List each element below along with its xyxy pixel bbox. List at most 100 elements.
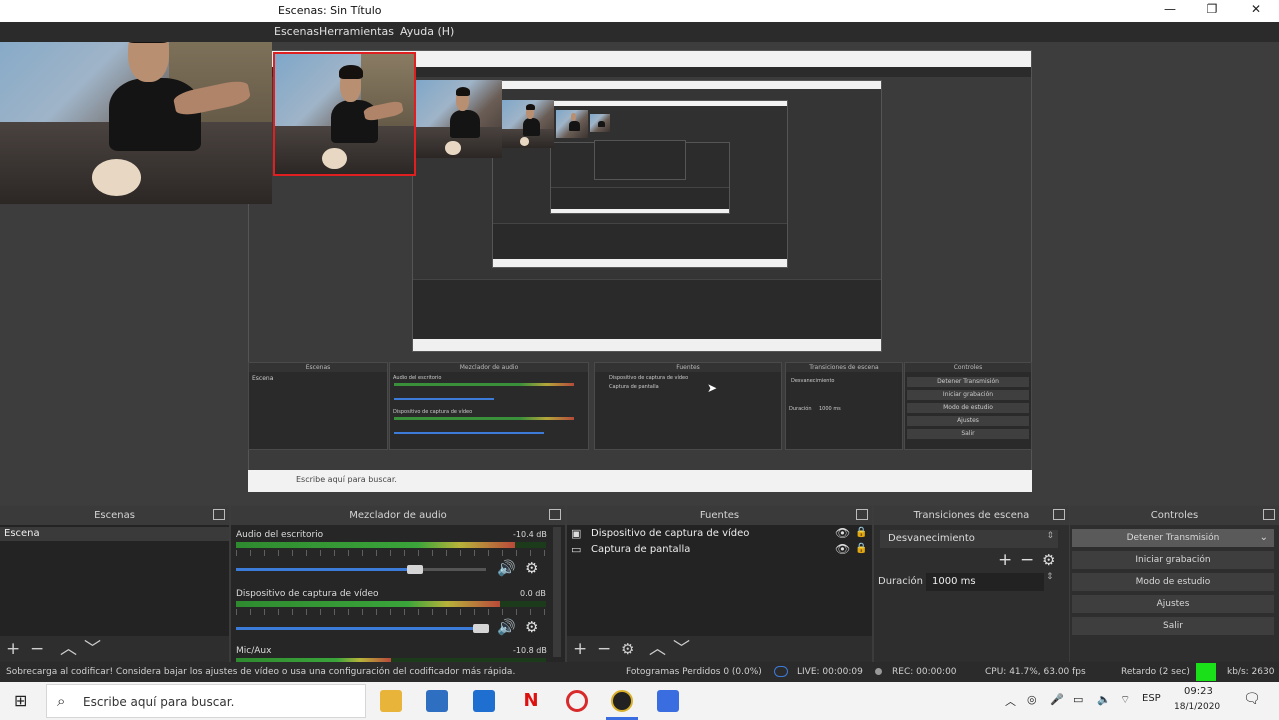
studio-mode-button[interactable]: Modo de estudio	[1072, 573, 1274, 591]
minimize-button[interactable]: —	[1160, 2, 1180, 16]
remove-transition-button[interactable]: −	[1020, 550, 1034, 570]
gear-icon[interactable]: ⚙	[621, 640, 634, 658]
clock-time[interactable]: 09:23	[1184, 686, 1213, 697]
source-item-camera[interactable]: ▣ Dispositivo de captura de vídeo 👁 🔒	[567, 526, 872, 542]
nested-ctrl-1: Iniciar grabación	[907, 390, 1029, 400]
menu-scenes[interactable]: Escenas	[274, 25, 319, 38]
nested-ctrl-4: Salir	[907, 429, 1029, 439]
window-title: Escenas: Sin Título	[278, 4, 382, 17]
source-item-label: Dispositivo de captura de vídeo	[591, 528, 750, 539]
selected-source-webcam[interactable]	[273, 52, 416, 176]
settings-button[interactable]: Ajustes	[1072, 595, 1274, 613]
obs-icon[interactable]	[611, 690, 633, 712]
move-down-button[interactable]: ﹀	[84, 640, 101, 658]
sources-list[interactable]: ▣ Dispositivo de captura de vídeo 👁 🔒 ▭ …	[567, 525, 872, 636]
remove-scene-button[interactable]: −	[30, 640, 44, 658]
mixer-scrollbar[interactable]	[553, 527, 561, 657]
nested-taskbar-3	[493, 259, 787, 267]
close-button[interactable]: ✕	[1246, 2, 1266, 16]
nested-webcam-4	[590, 114, 610, 132]
menu-tools[interactable]: Herramientas	[319, 25, 394, 38]
menu-help[interactable]: Ayuda (H)	[400, 25, 454, 38]
opera-icon[interactable]	[566, 690, 588, 712]
source-item-screen[interactable]: ▭ Captura de pantalla 👁 🔒	[567, 542, 872, 558]
move-up-button[interactable]: ︿	[60, 640, 77, 658]
add-source-button[interactable]: +	[573, 640, 587, 658]
gear-icon[interactable]: ⚙	[525, 559, 538, 577]
stop-streaming-button[interactable]: Detener Transmisión ⌄	[1072, 529, 1274, 547]
app-icon[interactable]	[657, 690, 679, 712]
stream-delay: Retardo (2 sec)	[1121, 667, 1190, 677]
file-explorer-icon[interactable]	[380, 690, 402, 712]
wifi-icon[interactable]: ⌔	[1120, 693, 1130, 707]
battery-icon[interactable]: ▭	[1073, 693, 1083, 706]
speaker-icon[interactable]: 🔊	[497, 618, 516, 636]
add-transition-button[interactable]: +	[998, 550, 1012, 570]
nested-transitions-dock: Transiciones de escena Desvanecimiento D…	[785, 362, 903, 450]
network-icon[interactable]: ◎	[1027, 693, 1037, 706]
mixer-channel-name: Dispositivo de captura de vídeo	[236, 589, 379, 599]
notification-icon[interactable]: 🗨	[1243, 691, 1261, 707]
undock-icon[interactable]	[213, 509, 225, 520]
netflix-icon[interactable]: N	[520, 690, 542, 712]
live-indicator-icon	[774, 666, 788, 677]
language-indicator[interactable]: ESP	[1142, 693, 1161, 704]
outlook-icon[interactable]	[473, 690, 495, 712]
remove-source-button[interactable]: −	[597, 640, 611, 658]
lock-icon[interactable]: 🔒	[855, 527, 867, 538]
start-recording-button[interactable]: Iniciar grabación	[1072, 551, 1274, 569]
taskbar-search-placeholder: Escribe aquí para buscar.	[83, 695, 235, 709]
exit-button[interactable]: Salir	[1072, 617, 1274, 635]
transitions-dock-title: Transiciones de escena	[913, 510, 1030, 521]
speaker-icon[interactable]: 🔊	[497, 559, 516, 577]
taskbar-search-box[interactable]: ⌕ Escribe aquí para buscar.	[46, 684, 366, 718]
windows-start-icon[interactable]: ⊞	[14, 691, 27, 710]
preview-canvas[interactable]: Escenas Escena Mezclador de audio Audio …	[0, 42, 1279, 505]
undock-icon[interactable]	[1263, 509, 1275, 520]
scenes-list[interactable]: Escena	[0, 525, 229, 636]
add-scene-button[interactable]: +	[6, 640, 20, 658]
volume-icon[interactable]: 🔈	[1097, 693, 1111, 706]
audio-level-meter	[236, 542, 515, 548]
sources-dock-header: Fuentes	[567, 506, 872, 525]
gear-icon[interactable]: ⚙	[525, 618, 538, 636]
move-down-button[interactable]: ﹀	[673, 640, 690, 658]
cpu-usage: CPU: 41.7%, 63.00 fps	[985, 667, 1086, 677]
nested-docks-2	[413, 279, 881, 339]
chevron-updown-icon[interactable]: ⇕	[1046, 572, 1054, 582]
undock-icon[interactable]	[856, 509, 868, 520]
nested-ctrl-2: Modo de estudio	[907, 403, 1029, 413]
duration-input[interactable]: 1000 ms	[926, 573, 1044, 591]
mixer-channel-db: -10.4 dB	[513, 530, 547, 539]
undock-icon[interactable]	[1053, 509, 1065, 520]
eye-icon[interactable]: 👁	[835, 526, 850, 540]
undock-icon[interactable]	[549, 509, 561, 520]
mixer-dock-title: Mezclador de audio	[349, 510, 447, 521]
source-item-label: Captura de pantalla	[591, 544, 691, 555]
eye-icon[interactable]: 👁	[835, 542, 850, 556]
lock-icon[interactable]: 🔒	[855, 543, 867, 554]
maximize-button[interactable]: ❐	[1202, 2, 1222, 16]
volume-slider-knob[interactable]	[407, 565, 423, 574]
scene-item-escena[interactable]: Escena	[0, 527, 229, 541]
gear-icon[interactable]: ⚙	[1042, 551, 1055, 569]
move-up-button[interactable]: ︿	[649, 640, 666, 658]
encoder-warning: Sobrecarga al codificar! Considera bajar…	[6, 667, 516, 677]
nested-meter-2	[394, 417, 574, 420]
nested-controls-dock: Controles Detener Transmisión Iniciar gr…	[904, 362, 1032, 450]
sources-dock-title: Fuentes	[699, 510, 740, 521]
volume-slider-knob[interactable]	[473, 624, 489, 633]
nested-slider-2	[394, 432, 544, 434]
rec-time: REC: 00:00:00	[892, 667, 957, 677]
nested-webcam-2	[502, 100, 554, 148]
controls-dock-title: Controles	[1150, 510, 1199, 521]
clock-date[interactable]: 18/1/2020	[1174, 702, 1220, 712]
microphone-icon[interactable]: 🎤	[1050, 693, 1064, 706]
nested-mixer-item2: Dispositivo de captura de vídeo	[393, 409, 473, 415]
transition-select[interactable]: Desvanecimiento ⇕	[880, 530, 1058, 548]
nested-docks-3	[493, 223, 787, 259]
transitions-dock: Transiciones de escena Desvanecimiento ⇕…	[874, 506, 1069, 662]
mixer-channel-name: Audio del escritorio	[236, 530, 324, 540]
chevron-up-icon[interactable]: ︿	[1005, 693, 1016, 709]
store-icon[interactable]	[426, 690, 448, 712]
